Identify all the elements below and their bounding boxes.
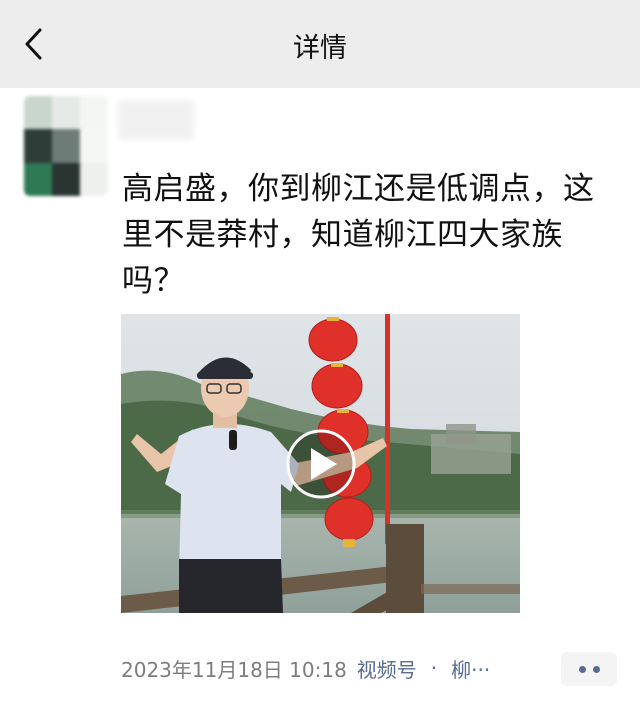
avatar-tile (52, 96, 80, 130)
avatar-tile (80, 162, 108, 196)
avatar-tile (52, 129, 80, 163)
avatar-tile (52, 162, 80, 196)
play-icon[interactable] (286, 429, 356, 499)
avatar-tile (80, 129, 108, 163)
post-meta: 2023年11月18日 10:18 视频号 · 柳··· (121, 652, 490, 684)
avatar-tile (80, 96, 108, 130)
video-channel-link[interactable]: 视频号 (357, 654, 417, 683)
video-frame-image (121, 314, 520, 613)
meta-separator: · (430, 656, 438, 680)
post-timestamp: 2023年11月18日 10:18 (121, 657, 347, 682)
video-thumbnail[interactable] (121, 314, 520, 613)
more-actions-button[interactable] (561, 652, 617, 686)
post-text: 高启盛，你到柳江还是低调点，这里不是莽村，知道柳江四大家族吗？ (122, 171, 595, 299)
location-link[interactable]: 柳··· (451, 654, 490, 683)
avatar[interactable] (24, 96, 108, 196)
author-name[interactable] (118, 100, 194, 140)
more-dots-icon (578, 665, 586, 673)
avatar-tile (24, 129, 52, 163)
avatar-tile (24, 96, 52, 130)
more-dots-icon (592, 665, 600, 673)
page-title: 详情 (293, 33, 347, 64)
avatar-tile (24, 162, 52, 196)
top-navbar: 详情 (0, 0, 640, 88)
